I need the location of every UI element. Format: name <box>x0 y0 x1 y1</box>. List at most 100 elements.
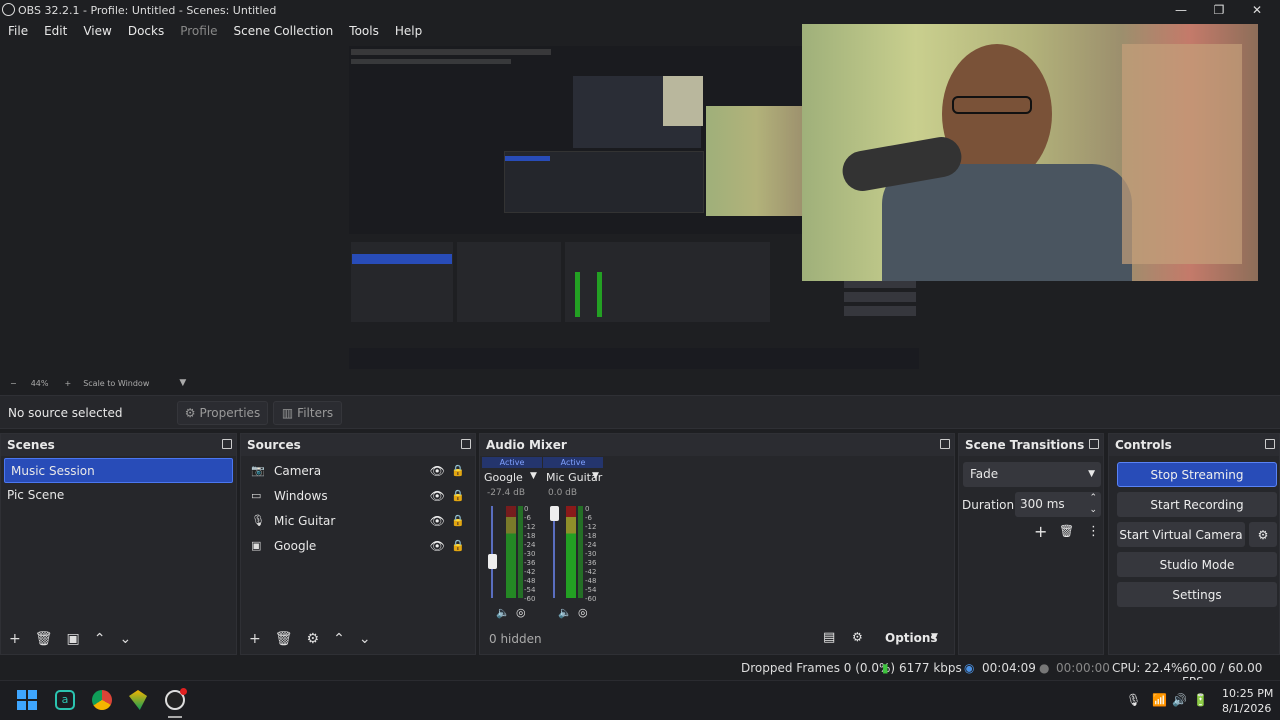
source-row-windows[interactable]: ▭ Windows 👁 🔒 <box>241 483 475 508</box>
more-options-icon[interactable]: ⋮ <box>1087 524 1100 539</box>
add-scene-icon[interactable]: + <box>9 631 21 647</box>
lock-icon[interactable]: 🔒 <box>451 514 465 527</box>
float-dock-icon[interactable] <box>222 439 232 449</box>
source-properties-gear-icon[interactable]: ⚙ <box>307 631 320 647</box>
level-meter-r <box>518 506 523 598</box>
visibility-eye-icon[interactable]: 👁 <box>430 489 445 503</box>
source-row-camera[interactable]: 📷 Camera 👁 🔒 <box>241 458 475 483</box>
chevron-down-icon[interactable]: ▼ <box>931 632 938 642</box>
duration-input[interactable]: 300 ms ⌃ ⌄ <box>1015 492 1101 517</box>
gear-icon: ⚙ <box>184 406 196 420</box>
source-row-mic-guitar[interactable]: 🎙 Mic Guitar 👁 🔒 <box>241 508 475 533</box>
move-up-icon[interactable]: ⌃ <box>94 631 106 647</box>
visibility-eye-icon[interactable]: 👁 <box>430 464 445 478</box>
add-source-icon[interactable]: + <box>249 631 261 647</box>
db-scale: 0 -6 -12 -18 -24 -30 -36 -42 -48 -54 -60 <box>524 505 536 603</box>
windows-start-icon[interactable] <box>17 690 37 710</box>
mixer-title: Audio Mixer <box>486 438 567 452</box>
menu-docks[interactable]: Docks <box>120 20 172 42</box>
delete-scene-icon[interactable]: 🗑 <box>35 631 53 647</box>
properties-button[interactable]: ⚙ Properties <box>177 401 268 425</box>
float-dock-icon[interactable] <box>940 439 950 449</box>
zoom-level: 44% <box>30 378 49 388</box>
scene-item-pic-scene[interactable]: Pic Scene <box>1 483 236 508</box>
chrome-icon[interactable] <box>92 690 112 710</box>
source-row-google[interactable]: ▣ Google 👁 🔒 <box>241 533 475 558</box>
layout-toggle-icon[interactable]: ▤ <box>823 630 835 645</box>
start-recording-button[interactable]: Start Recording <box>1117 492 1277 517</box>
taskbar-time[interactable]: 10:25 PM <box>1222 687 1273 700</box>
mixer-options-button[interactable]: Options <box>885 631 938 645</box>
chevron-down-icon[interactable]: ▼ <box>530 471 537 481</box>
stop-streaming-button[interactable]: Stop Streaming <box>1117 462 1277 487</box>
float-dock-icon[interactable] <box>1089 439 1099 449</box>
microphone-icon[interactable]: 🎙 <box>1126 693 1141 707</box>
delete-source-icon[interactable]: 🗑 <box>275 631 293 647</box>
level-meter <box>506 506 516 598</box>
speaker-icon[interactable]: 🔈 <box>496 606 510 619</box>
webcam-feed <box>802 24 1258 281</box>
add-transition-icon[interactable]: + <box>1034 522 1047 541</box>
move-up-icon[interactable]: ⌃ <box>333 631 345 647</box>
volume-slider-handle[interactable] <box>488 554 497 569</box>
zoom-in-button[interactable]: + <box>64 379 71 388</box>
transition-select[interactable]: Fade ▼ <box>963 462 1101 487</box>
dropped-frames: Dropped Frames 0 (0.0%) <box>741 661 896 675</box>
volume-icon[interactable]: 🔊 <box>1172 693 1187 707</box>
source-label: Google <box>274 538 317 553</box>
virtual-camera-settings-gear-icon[interactable]: ⚙ <box>1249 522 1277 547</box>
app-icon[interactable]: a <box>55 690 75 710</box>
source-toolbar: No source selected ⚙ Properties ▥ Filter… <box>0 395 1280 429</box>
visibility-eye-icon[interactable]: 👁 <box>430 514 445 528</box>
lock-icon[interactable]: 🔒 <box>451 539 465 552</box>
menu-profile[interactable]: Profile <box>172 20 225 42</box>
mixer-header: Audio Mixer <box>480 434 954 456</box>
minimize-button[interactable]: — <box>1162 0 1200 20</box>
maps-icon[interactable] <box>129 690 147 710</box>
scene-item-music-session[interactable]: Music Session <box>4 458 233 483</box>
start-virtual-camera-button[interactable]: Start Virtual Camera <box>1117 522 1245 547</box>
speaker-icon[interactable]: 🔈 <box>558 606 572 619</box>
advanced-audio-icon[interactable]: ⚙ <box>852 630 863 644</box>
menu-scene-collection[interactable]: Scene Collection <box>226 20 342 42</box>
menu-edit[interactable]: Edit <box>36 20 75 42</box>
settings-button[interactable]: Settings <box>1117 582 1277 607</box>
db-scale: 0 -6 -12 -18 -24 -30 -36 -42 -48 -54 -60 <box>585 505 597 603</box>
float-dock-icon[interactable] <box>1265 439 1275 449</box>
spin-down-icon[interactable]: ⌄ <box>1089 498 1097 523</box>
delete-transition-icon[interactable]: 🗑 <box>1059 524 1074 538</box>
menu-help[interactable]: Help <box>387 20 430 42</box>
menu-file[interactable]: File <box>0 20 36 42</box>
channel-name-google[interactable]: Google <box>484 471 523 484</box>
zoom-bar: − 44% + Scale to Window ▼ <box>0 376 1280 390</box>
move-down-icon[interactable]: ⌄ <box>359 631 371 647</box>
scale-dropdown-icon[interactable]: ▼ <box>179 378 186 388</box>
visibility-eye-icon[interactable]: 👁 <box>430 539 445 553</box>
headphone-icon[interactable]: ◎ <box>516 606 526 619</box>
menu-view[interactable]: View <box>75 20 119 42</box>
lock-icon[interactable]: 🔒 <box>451 464 465 477</box>
chevron-down-icon[interactable]: ▼ <box>592 471 599 481</box>
signal-bars-icon: ▮ <box>882 661 889 675</box>
controls-header: Controls <box>1109 434 1279 456</box>
taskbar-date[interactable]: 8/1/2026 <box>1222 702 1271 715</box>
zoom-out-button[interactable]: − <box>10 379 17 388</box>
close-button[interactable]: ✕ <box>1238 0 1276 20</box>
filters-button[interactable]: ▥ Filters <box>273 401 342 425</box>
scene-filters-icon[interactable]: ▣ <box>67 631 80 647</box>
volume-slider-track[interactable] <box>491 506 493 598</box>
wifi-icon[interactable]: 📶 <box>1152 693 1167 707</box>
maximize-button[interactable]: ❐ <box>1200 0 1238 20</box>
volume-slider-handle[interactable] <box>550 506 559 521</box>
scale-mode-select[interactable]: Scale to Window <box>83 379 149 388</box>
headphone-icon[interactable]: ◎ <box>578 606 588 619</box>
scenes-title: Scenes <box>7 438 55 452</box>
filters-label: Filters <box>297 406 334 420</box>
float-dock-icon[interactable] <box>461 439 471 449</box>
studio-mode-button[interactable]: Studio Mode <box>1117 552 1277 577</box>
battery-icon[interactable]: 🔋 <box>1193 693 1208 707</box>
scenes-footer: + 🗑 ▣ ⌃ ⌄ <box>1 624 236 654</box>
move-down-icon[interactable]: ⌄ <box>119 631 131 647</box>
lock-icon[interactable]: 🔒 <box>451 489 465 502</box>
menu-tools[interactable]: Tools <box>341 20 387 42</box>
